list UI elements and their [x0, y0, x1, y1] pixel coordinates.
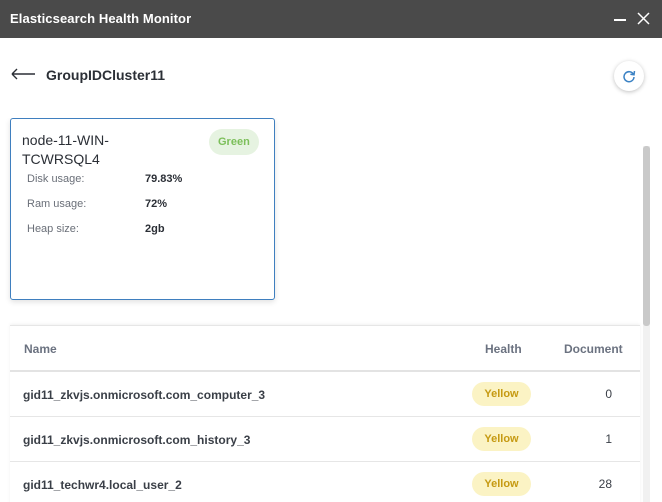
heap-size-metric: Heap size: 2gb — [27, 223, 267, 237]
metric-value: 2gb — [145, 223, 165, 235]
column-header-document[interactable]: Document — [564, 342, 623, 356]
index-name: gid11_techwr4.local_user_2 — [23, 478, 182, 492]
page-header: GroupIDCluster11 — [0, 38, 662, 118]
table-header: Name Health Document — [10, 326, 640, 372]
column-header-name[interactable]: Name — [24, 342, 57, 356]
table-row[interactable]: gid11_techwr4.local_user_2 Yellow 28 — [10, 462, 640, 502]
metric-label: Ram usage: — [27, 198, 87, 210]
metric-value: 72% — [145, 198, 168, 210]
minimize-icon[interactable] — [610, 9, 630, 29]
refresh-button[interactable] — [614, 61, 644, 91]
window-title: Elasticsearch Health Monitor — [10, 11, 192, 26]
content-area: node-11-WIN-TCWRSQL4 Green Disk usage: 7… — [0, 118, 662, 502]
metric-value: 79.83% — [145, 173, 183, 185]
refresh-icon — [623, 70, 636, 83]
vertical-scrollbar[interactable] — [643, 146, 650, 502]
close-icon[interactable] — [634, 9, 654, 29]
scrollbar-thumb[interactable] — [643, 146, 650, 326]
column-header-health[interactable]: Health — [485, 342, 522, 356]
health-badge: Yellow — [472, 427, 531, 451]
metric-label: Disk usage: — [27, 173, 85, 185]
metric-label: Heap size: — [27, 223, 79, 235]
health-badge: Yellow — [472, 382, 531, 406]
ram-usage-metric: Ram usage: 72% — [27, 198, 267, 212]
node-name: node-11-WIN-TCWRSQL4 — [22, 132, 109, 167]
document-count: 0 — [605, 387, 612, 401]
document-count: 28 — [598, 477, 612, 491]
document-count: 1 — [605, 432, 612, 446]
page-title: GroupIDCluster11 — [46, 67, 166, 83]
table-row[interactable]: gid11_zkvjs.onmicrosoft.com_history_3 Ye… — [10, 417, 640, 462]
node-status-badge: Green — [209, 129, 259, 155]
title-bar: Elasticsearch Health Monitor — [0, 0, 662, 38]
back-arrow-icon[interactable] — [10, 65, 36, 83]
index-name: gid11_zkvjs.onmicrosoft.com_computer_3 — [23, 388, 266, 402]
disk-usage-metric: Disk usage: 79.83% — [27, 173, 267, 187]
node-card[interactable]: node-11-WIN-TCWRSQL4 Green Disk usage: 7… — [10, 118, 275, 300]
health-badge: Yellow — [472, 472, 531, 496]
indices-table: Name Health Document gid11_zkvjs.onmicro… — [10, 325, 640, 502]
table-row[interactable]: gid11_zkvjs.onmicrosoft.com_computer_3 Y… — [10, 372, 640, 417]
index-name: gid11_zkvjs.onmicrosoft.com_history_3 — [23, 433, 251, 447]
